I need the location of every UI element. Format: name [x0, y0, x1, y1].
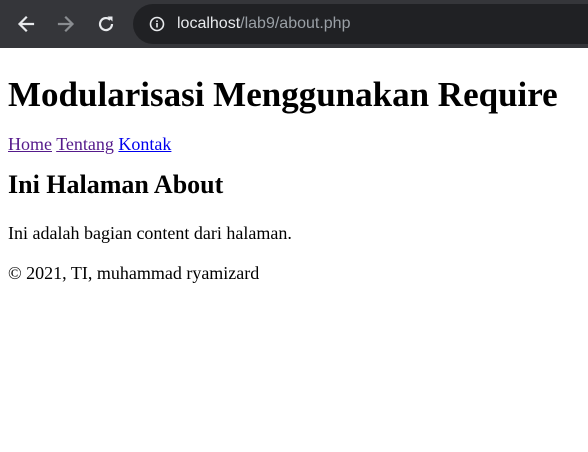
section-heading: Ini Halaman About [8, 170, 224, 199]
page-title: Modularisasi Menggunakan Require [8, 75, 558, 114]
footer-text: © 2021, TI, muhammad ryamizard [8, 263, 260, 283]
forward-arrow-icon [57, 15, 75, 33]
url-host: localhost [177, 15, 241, 32]
address-bar[interactable]: localhost/lab9/about.php [133, 4, 588, 44]
nav-links: Home Tentang Kontak [8, 133, 580, 155]
reload-button[interactable] [91, 9, 121, 39]
content-paragraph: Ini adalah bagian content dari halaman. [8, 223, 292, 243]
page-content: Modularisasi Menggunakan Require Home Te… [0, 75, 588, 284]
info-icon[interactable] [149, 16, 165, 32]
url-path: /lab9/about.php [240, 15, 351, 32]
reload-icon [98, 16, 114, 32]
forward-button[interactable] [51, 9, 81, 39]
nav-link-home[interactable]: Home [8, 134, 52, 154]
nav-link-kontak[interactable]: Kontak [118, 134, 171, 154]
back-arrow-icon [17, 15, 35, 33]
nav-link-tentang[interactable]: Tentang [56, 134, 114, 154]
back-button[interactable] [11, 9, 41, 39]
browser-toolbar: localhost/lab9/about.php [0, 0, 588, 48]
url-text[interactable]: localhost/lab9/about.php [177, 4, 350, 44]
